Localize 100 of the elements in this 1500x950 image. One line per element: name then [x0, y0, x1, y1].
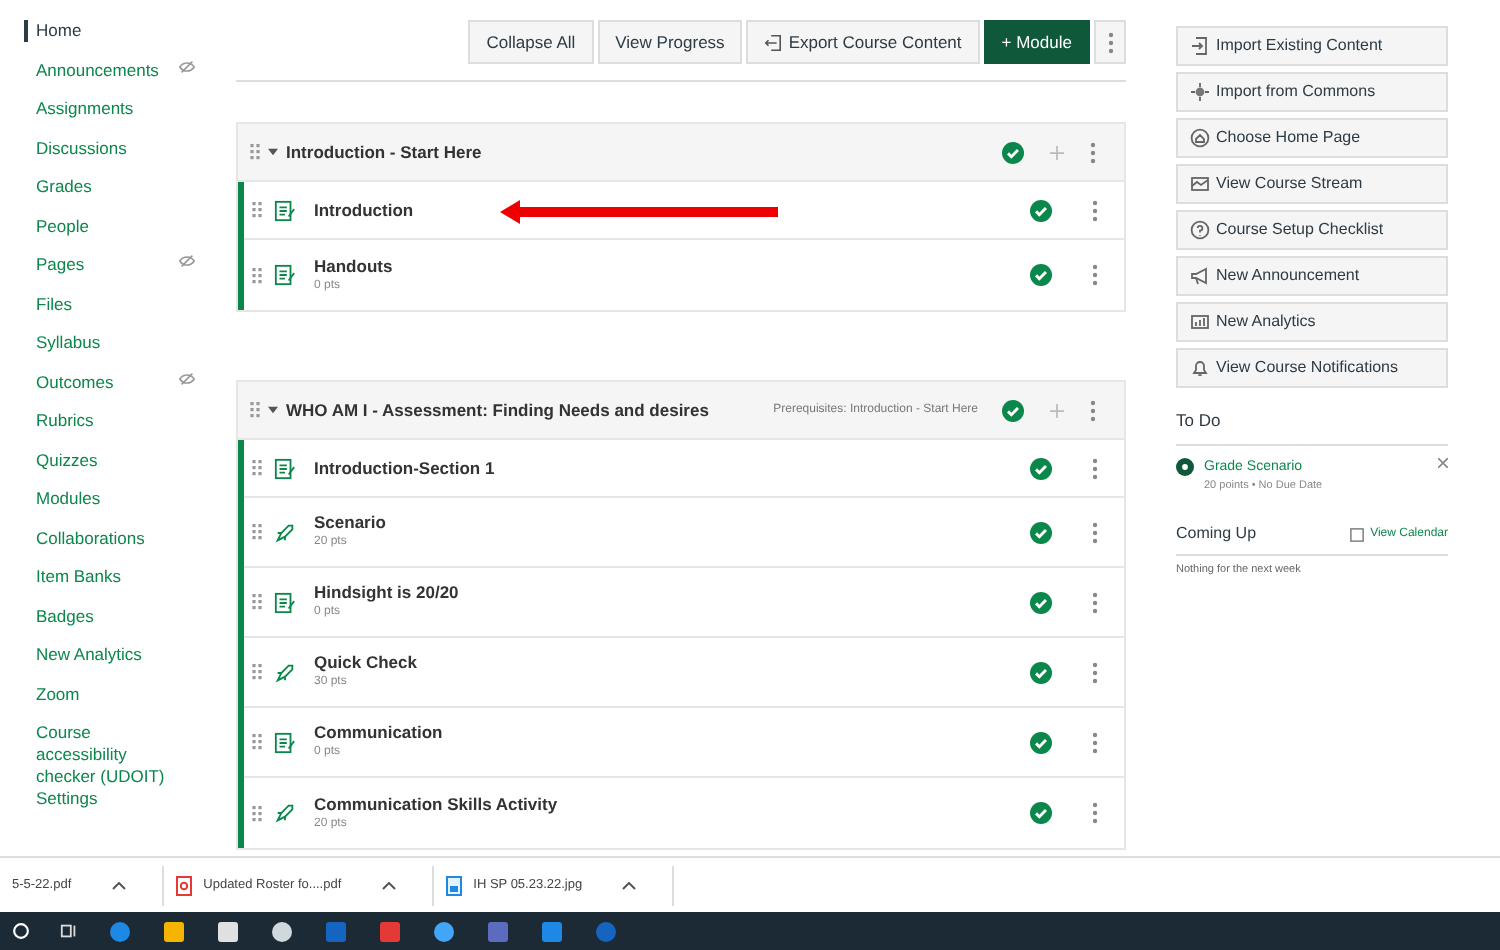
document-icon	[274, 731, 296, 753]
app-icon[interactable]	[216, 919, 240, 943]
published-icon[interactable]	[1002, 399, 1024, 421]
more-options-icon[interactable]	[1092, 802, 1098, 824]
sidebar-link[interactable]: Course accessibility checker (UDOIT)	[24, 722, 168, 788]
module-title: Introduction - Start Here	[286, 139, 482, 165]
app-icon[interactable]	[432, 919, 456, 943]
published-icon[interactable]	[1030, 457, 1052, 479]
more-options-icon[interactable]	[1092, 521, 1098, 543]
app-icon[interactable]	[162, 919, 186, 943]
sidebar-link[interactable]: Item Banks	[24, 566, 168, 588]
sidebar-link[interactable]: People	[24, 215, 168, 237]
more-options-icon[interactable]	[1092, 457, 1098, 479]
published-icon[interactable]	[1030, 199, 1052, 221]
add-module-button[interactable]: + Module	[983, 20, 1090, 64]
task-view-icon[interactable]	[60, 922, 78, 940]
stream-icon	[1190, 174, 1210, 194]
drag-handle-icon[interactable]	[252, 803, 262, 823]
bell-icon	[1190, 358, 1210, 378]
sidebar-action-button[interactable]: Import from Commons	[1176, 72, 1448, 112]
sidebar-link[interactable]: Files	[24, 293, 168, 315]
drag-handle-icon[interactable]	[252, 522, 262, 542]
sidebar-action-button[interactable]: New Announcement	[1176, 256, 1448, 296]
item-title[interactable]: Introduction-Section 1	[314, 457, 495, 479]
sidebar-action-button[interactable]: Import Existing Content	[1176, 26, 1448, 66]
export-icon	[764, 33, 783, 51]
import-icon	[1190, 36, 1210, 56]
sidebar-link[interactable]: Zoom	[24, 683, 168, 705]
sidebar-link[interactable]: Home	[24, 20, 168, 42]
toolbar-button[interactable]: Export Course Content	[746, 20, 980, 64]
sidebar-link[interactable]: Modules	[24, 488, 168, 510]
item-title[interactable]: Quick Check	[314, 652, 417, 674]
document-icon	[274, 457, 296, 479]
more-options-icon[interactable]	[1092, 264, 1098, 286]
sidebar-link[interactable]: Settings	[24, 788, 168, 810]
rocket-icon	[274, 661, 296, 683]
drag-handle-icon[interactable]	[252, 592, 262, 612]
item-title[interactable]: Scenario	[314, 512, 386, 534]
sidebar-link[interactable]: Badges	[24, 605, 168, 627]
todo-heading: To Do	[1176, 408, 1448, 446]
toolbar-button[interactable]: Collapse All	[468, 20, 594, 64]
app-icon[interactable]	[270, 919, 294, 943]
published-icon[interactable]	[1030, 591, 1052, 613]
published-icon[interactable]	[1030, 731, 1052, 753]
collapse-caret-icon[interactable]	[268, 406, 278, 414]
drag-handle-icon[interactable]	[252, 732, 262, 752]
more-options-icon[interactable]	[1092, 731, 1098, 753]
rocket-icon	[274, 521, 296, 543]
drag-handle-icon[interactable]	[252, 200, 262, 220]
close-icon[interactable]	[1438, 457, 1448, 468]
sidebar-link[interactable]: Syllabus	[24, 332, 168, 354]
published-icon[interactable]	[1030, 661, 1052, 683]
sidebar-action-button[interactable]: Choose Home Page	[1176, 118, 1448, 158]
document-icon	[274, 199, 296, 221]
item-title[interactable]: Hindsight is 20/20	[314, 582, 459, 604]
sidebar-action-button[interactable]: New Analytics	[1176, 302, 1448, 342]
sidebar-link[interactable]: Discussions	[24, 137, 168, 159]
published-icon[interactable]	[1030, 802, 1052, 824]
document-icon	[274, 264, 296, 286]
item-title[interactable]: Communication	[314, 722, 443, 744]
drag-handle-icon[interactable]	[252, 458, 262, 478]
collapse-caret-icon[interactable]	[268, 148, 278, 156]
drag-handle-icon[interactable]	[250, 400, 260, 420]
sidebar-link[interactable]: Grades	[24, 176, 168, 198]
more-options-icon[interactable]	[1092, 591, 1098, 613]
sidebar-link[interactable]: Quizzes	[24, 449, 168, 471]
toolbar-button[interactable]: View Progress	[597, 20, 743, 64]
more-options-icon[interactable]	[1107, 31, 1113, 53]
pdf-file-icon	[175, 875, 192, 895]
more-options-icon[interactable]	[1090, 399, 1096, 421]
chevron-up-icon[interactable]	[622, 881, 637, 889]
item-title[interactable]: Communication Skills Activity	[314, 793, 558, 815]
item-title[interactable]: Handouts	[314, 255, 393, 277]
sidebar-link[interactable]: New Analytics	[24, 644, 168, 666]
published-icon[interactable]	[1002, 141, 1024, 163]
drag-handle-icon[interactable]	[250, 142, 260, 162]
sidebar-action-button[interactable]: View Course Stream	[1176, 164, 1448, 204]
item-title[interactable]: Introduction	[314, 199, 414, 221]
document-icon	[274, 591, 296, 613]
drag-handle-icon[interactable]	[252, 662, 262, 682]
drag-handle-icon[interactable]	[252, 265, 262, 285]
sidebar-link[interactable]: Pages	[24, 254, 168, 276]
search-icon[interactable]	[12, 922, 30, 940]
more-options-icon[interactable]	[1092, 199, 1098, 221]
published-icon[interactable]	[1030, 521, 1052, 543]
sidebar-action-button[interactable]: Course Setup Checklist	[1176, 210, 1448, 250]
more-options-icon[interactable]	[1090, 141, 1096, 163]
sidebar-link[interactable]: Assignments	[24, 98, 168, 120]
more-options-button[interactable]	[1094, 20, 1126, 64]
sidebar-link[interactable]: Outcomes	[24, 371, 168, 393]
sidebar-link[interactable]: Collaborations	[24, 527, 168, 549]
rocket-icon	[274, 802, 296, 824]
sidebar-action-button[interactable]: View Course Notifications	[1176, 348, 1448, 388]
chevron-up-icon[interactable]	[381, 881, 396, 889]
more-options-icon[interactable]	[1092, 661, 1098, 683]
sidebar-link[interactable]: Announcements	[24, 59, 168, 81]
commons-icon	[1190, 82, 1210, 102]
chevron-up-icon[interactable]	[111, 881, 126, 889]
sidebar-link[interactable]: Rubrics	[24, 410, 168, 432]
published-icon[interactable]	[1030, 264, 1052, 286]
